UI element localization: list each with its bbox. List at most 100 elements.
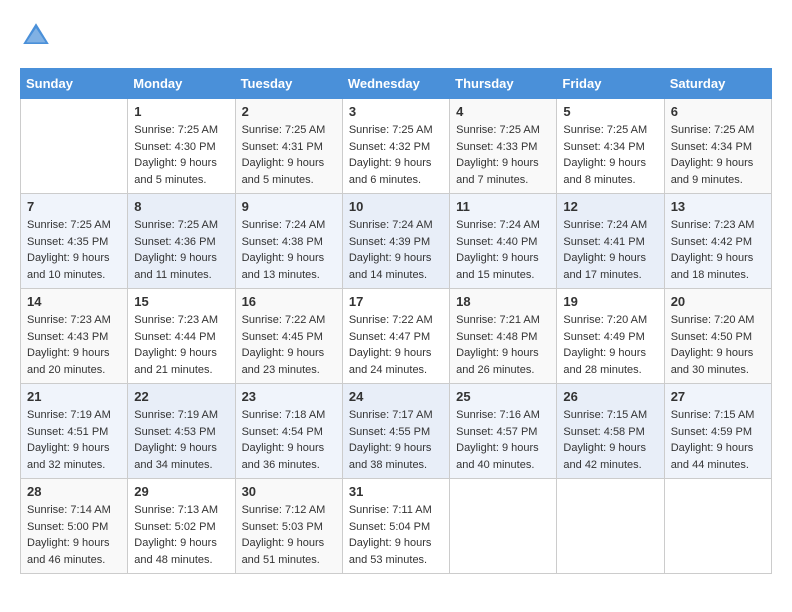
header-monday: Monday [128, 69, 235, 99]
calendar-header-row: SundayMondayTuesdayWednesdayThursdayFrid… [21, 69, 772, 99]
header-wednesday: Wednesday [342, 69, 449, 99]
day-cell: 23Sunrise: 7:18 AM Sunset: 4:54 PM Dayli… [235, 384, 342, 479]
logo [20, 20, 58, 52]
day-info: Sunrise: 7:24 AM Sunset: 4:38 PM Dayligh… [242, 217, 336, 283]
day-number: 13 [671, 199, 765, 214]
day-info: Sunrise: 7:20 AM Sunset: 4:50 PM Dayligh… [671, 312, 765, 378]
week-row-2: 7Sunrise: 7:25 AM Sunset: 4:35 PM Daylig… [21, 194, 772, 289]
day-number: 14 [27, 294, 121, 309]
day-number: 15 [134, 294, 228, 309]
day-cell: 31Sunrise: 7:11 AM Sunset: 5:04 PM Dayli… [342, 479, 449, 574]
day-number: 3 [349, 104, 443, 119]
day-cell: 1 Sunrise: 7:25 AM Sunset: 4:30 PM Daylig… [128, 99, 235, 194]
day-info: Sunrise: 7:21 AM Sunset: 4:48 PM Dayligh… [456, 312, 550, 378]
day-cell: 26 Sunrise: 7:15 AM Sunset: 4:58 PM Dayli… [557, 384, 664, 479]
day-info: Sunrise: 7:25 AM Sunset: 4:32 PM Dayligh… [349, 122, 443, 188]
page-header [20, 20, 772, 52]
day-cell: 11 Sunrise: 7:24 AM Sunset: 4:40 PM Dayli… [450, 194, 557, 289]
header-sunday: Sunday [21, 69, 128, 99]
header-tuesday: Tuesday [235, 69, 342, 99]
day-number: 11 [456, 199, 550, 214]
day-number: 12 [563, 199, 657, 214]
day-cell: 4Sunrise: 7:25 AM Sunset: 4:33 PM Daylig… [450, 99, 557, 194]
day-number: 16 [242, 294, 336, 309]
day-info: Sunrise: 7:13 AM Sunset: 5:02 PM Dayligh… [134, 502, 228, 568]
day-cell: 18 Sunrise: 7:21 AM Sunset: 4:48 PM Dayli… [450, 289, 557, 384]
day-cell: 6 Sunrise: 7:25 AM Sunset: 4:34 PM Daylig… [664, 99, 771, 194]
day-cell: 7Sunrise: 7:25 AM Sunset: 4:35 PM Daylig… [21, 194, 128, 289]
day-number: 21 [27, 389, 121, 404]
day-number: 4 [456, 104, 550, 119]
day-number: 1 [134, 104, 228, 119]
day-info: Sunrise: 7:24 AM Sunset: 4:41 PM Dayligh… [563, 217, 657, 283]
day-info: Sunrise: 7:15 AM Sunset: 4:59 PM Dayligh… [671, 407, 765, 473]
day-number: 6 [671, 104, 765, 119]
week-row-1: 1 Sunrise: 7:25 AM Sunset: 4:30 PM Daylig… [21, 99, 772, 194]
day-number: 28 [27, 484, 121, 499]
day-info: Sunrise: 7:15 AM Sunset: 4:58 PM Dayligh… [563, 407, 657, 473]
day-info: Sunrise: 7:23 AM Sunset: 4:43 PM Dayligh… [27, 312, 121, 378]
day-number: 26 [563, 389, 657, 404]
day-cell: 27 Sunrise: 7:15 AM Sunset: 4:59 PM Dayli… [664, 384, 771, 479]
day-cell [21, 99, 128, 194]
day-number: 8 [134, 199, 228, 214]
day-cell: 14 Sunrise: 7:23 AM Sunset: 4:43 PM Dayli… [21, 289, 128, 384]
day-info: Sunrise: 7:25 AM Sunset: 4:34 PM Dayligh… [671, 122, 765, 188]
day-info: Sunrise: 7:14 AM Sunset: 5:00 PM Dayligh… [27, 502, 121, 568]
day-info: Sunrise: 7:22 AM Sunset: 4:47 PM Dayligh… [349, 312, 443, 378]
day-cell: 5 Sunrise: 7:25 AM Sunset: 4:34 PM Daylig… [557, 99, 664, 194]
day-cell: 29 Sunrise: 7:13 AM Sunset: 5:02 PM Dayli… [128, 479, 235, 574]
day-number: 19 [563, 294, 657, 309]
day-cell: 20 Sunrise: 7:20 AM Sunset: 4:50 PM Dayli… [664, 289, 771, 384]
day-number: 18 [456, 294, 550, 309]
day-info: Sunrise: 7:25 AM Sunset: 4:36 PM Dayligh… [134, 217, 228, 283]
day-cell [557, 479, 664, 574]
day-info: Sunrise: 7:17 AM Sunset: 4:55 PM Dayligh… [349, 407, 443, 473]
day-cell: 22Sunrise: 7:19 AM Sunset: 4:53 PM Dayli… [128, 384, 235, 479]
day-info: Sunrise: 7:20 AM Sunset: 4:49 PM Dayligh… [563, 312, 657, 378]
day-number: 29 [134, 484, 228, 499]
day-info: Sunrise: 7:23 AM Sunset: 4:44 PM Dayligh… [134, 312, 228, 378]
day-info: Sunrise: 7:12 AM Sunset: 5:03 PM Dayligh… [242, 502, 336, 568]
day-info: Sunrise: 7:25 AM Sunset: 4:34 PM Dayligh… [563, 122, 657, 188]
day-number: 10 [349, 199, 443, 214]
day-cell: 25 Sunrise: 7:16 AM Sunset: 4:57 PM Dayli… [450, 384, 557, 479]
day-number: 5 [563, 104, 657, 119]
day-info: Sunrise: 7:24 AM Sunset: 4:40 PM Dayligh… [456, 217, 550, 283]
day-info: Sunrise: 7:25 AM Sunset: 4:35 PM Dayligh… [27, 217, 121, 283]
day-cell: 13 Sunrise: 7:23 AM Sunset: 4:42 PM Dayli… [664, 194, 771, 289]
day-info: Sunrise: 7:24 AM Sunset: 4:39 PM Dayligh… [349, 217, 443, 283]
header-thursday: Thursday [450, 69, 557, 99]
header-friday: Friday [557, 69, 664, 99]
day-number: 27 [671, 389, 765, 404]
day-info: Sunrise: 7:25 AM Sunset: 4:30 PM Dayligh… [134, 122, 228, 188]
day-cell: 8 Sunrise: 7:25 AM Sunset: 4:36 PM Daylig… [128, 194, 235, 289]
day-number: 25 [456, 389, 550, 404]
calendar-table: SundayMondayTuesdayWednesdayThursdayFrid… [20, 68, 772, 574]
day-info: Sunrise: 7:22 AM Sunset: 4:45 PM Dayligh… [242, 312, 336, 378]
day-cell: 30 Sunrise: 7:12 AM Sunset: 5:03 PM Dayli… [235, 479, 342, 574]
day-number: 24 [349, 389, 443, 404]
day-number: 22 [134, 389, 228, 404]
day-number: 17 [349, 294, 443, 309]
day-info: Sunrise: 7:25 AM Sunset: 4:31 PM Dayligh… [242, 122, 336, 188]
day-number: 2 [242, 104, 336, 119]
week-row-4: 21Sunrise: 7:19 AM Sunset: 4:51 PM Dayli… [21, 384, 772, 479]
day-number: 23 [242, 389, 336, 404]
day-cell: 2 Sunrise: 7:25 AM Sunset: 4:31 PM Daylig… [235, 99, 342, 194]
day-cell: 16 Sunrise: 7:22 AM Sunset: 4:45 PM Dayli… [235, 289, 342, 384]
day-cell: 21Sunrise: 7:19 AM Sunset: 4:51 PM Dayli… [21, 384, 128, 479]
day-cell: 24 Sunrise: 7:17 AM Sunset: 4:55 PM Dayli… [342, 384, 449, 479]
day-number: 9 [242, 199, 336, 214]
day-info: Sunrise: 7:23 AM Sunset: 4:42 PM Dayligh… [671, 217, 765, 283]
day-cell: 3 Sunrise: 7:25 AM Sunset: 4:32 PM Daylig… [342, 99, 449, 194]
week-row-5: 28 Sunrise: 7:14 AM Sunset: 5:00 PM Dayli… [21, 479, 772, 574]
day-cell: 17 Sunrise: 7:22 AM Sunset: 4:47 PM Dayli… [342, 289, 449, 384]
day-cell: 15 Sunrise: 7:23 AM Sunset: 4:44 PM Dayli… [128, 289, 235, 384]
day-number: 20 [671, 294, 765, 309]
day-number: 31 [349, 484, 443, 499]
day-info: Sunrise: 7:16 AM Sunset: 4:57 PM Dayligh… [456, 407, 550, 473]
day-number: 30 [242, 484, 336, 499]
header-saturday: Saturday [664, 69, 771, 99]
logo-icon [20, 20, 52, 52]
